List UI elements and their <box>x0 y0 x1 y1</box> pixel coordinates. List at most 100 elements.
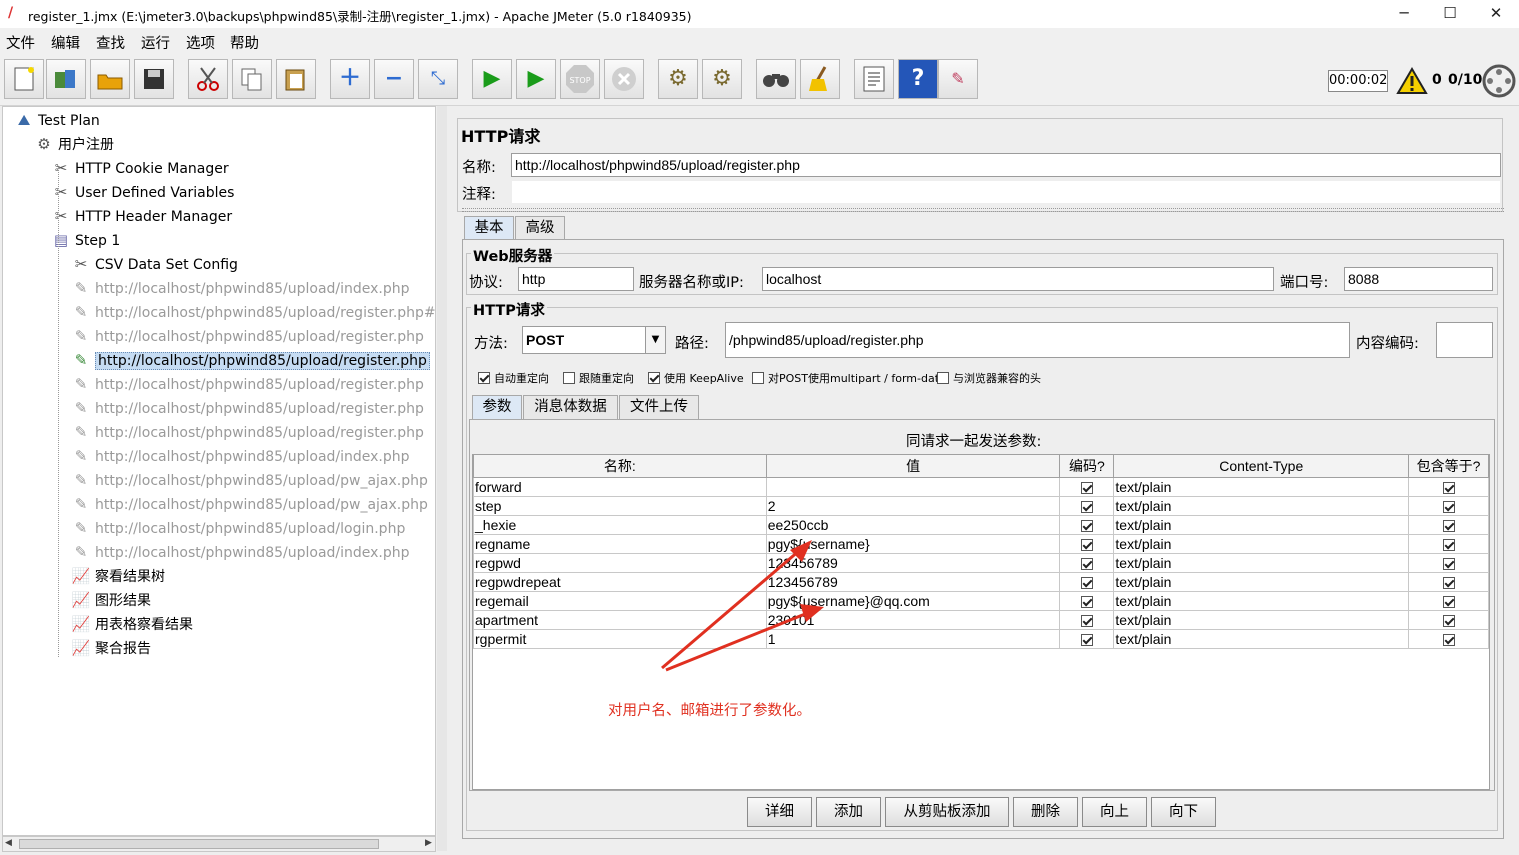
param-include-equals-cell[interactable] <box>1408 553 1489 573</box>
param-include-equals-cell[interactable] <box>1408 477 1489 497</box>
param-include-equals-cell[interactable] <box>1408 591 1489 611</box>
name-field[interactable]: http://localhost/phpwind85/upload/regist… <box>511 153 1501 177</box>
checkbox[interactable] <box>1081 519 1094 532</box>
shutdown-icon[interactable] <box>604 59 644 99</box>
start-icon[interactable]: ▶ <box>472 59 512 99</box>
table-row[interactable]: _hexie ee250ccb text/plain <box>473 515 1489 535</box>
param-name-cell[interactable]: forward <box>473 477 767 497</box>
test-plan-tree[interactable]: ⛰ Test Plan ⚙ 用户注册 ✂ HTTP Cookie Manager ✂ User… <box>2 106 436 836</box>
table-row[interactable]: step 2 text/plain <box>473 496 1489 516</box>
option-multipart[interactable]: 对POST使用multipart / form-data <box>752 370 946 386</box>
param-name-cell[interactable]: step <box>473 496 767 516</box>
tab-parameters[interactable]: 参数 <box>472 395 522 419</box>
param-include-equals-cell[interactable] <box>1408 610 1489 630</box>
option-follow-redirect[interactable]: 跟随重定向 <box>563 370 634 386</box>
col-include-equals[interactable]: 包含等于? <box>1408 454 1489 478</box>
col-encode[interactable]: 编码? <box>1059 454 1115 478</box>
paste-icon[interactable] <box>276 59 316 99</box>
param-include-equals-cell[interactable] <box>1408 496 1489 516</box>
checkbox[interactable] <box>1443 576 1456 589</box>
option-auto-redirect[interactable]: 自动重定向 <box>478 370 549 386</box>
option-browser-headers[interactable]: 与浏览器兼容的头 <box>937 370 1041 386</box>
copy-icon[interactable] <box>232 59 272 99</box>
remote-icon[interactable]: ✎ <box>938 59 978 99</box>
tab-file-upload[interactable]: 文件上传 <box>619 395 699 419</box>
tree-node[interactable]: 📈 用表格察看结果 <box>70 613 193 635</box>
tree-node[interactable]: ✎ http://localhost/phpwind85/upload/regis… <box>70 373 424 395</box>
clear-icon[interactable]: ⚙ <box>658 59 698 99</box>
chevron-down-icon[interactable]: ▼ <box>645 327 665 353</box>
delete-button[interactable]: 删除 <box>1013 797 1078 827</box>
param-encode-cell[interactable] <box>1059 610 1115 630</box>
param-content-type-cell[interactable]: text/plain <box>1113 534 1410 554</box>
checkbox[interactable] <box>1081 576 1094 589</box>
checkbox[interactable] <box>1443 500 1456 513</box>
details-button[interactable]: 详细 <box>747 797 812 827</box>
start-no-pause-icon[interactable]: ▶ <box>516 59 556 99</box>
param-content-type-cell[interactable]: text/plain <box>1113 591 1410 611</box>
save-icon[interactable] <box>134 59 174 99</box>
menu-edit[interactable]: 编辑 <box>51 32 80 53</box>
expand-icon[interactable]: ＋ <box>330 59 370 99</box>
checkbox[interactable] <box>648 372 660 384</box>
checkbox[interactable] <box>1081 481 1094 494</box>
param-content-type-cell[interactable]: text/plain <box>1113 477 1410 497</box>
tree-node[interactable]: 📈 察看结果树 <box>70 565 165 587</box>
tree-horizontal-scrollbar[interactable]: ◀ ▶ <box>2 836 436 852</box>
table-row[interactable]: forward text/plain <box>473 477 1489 497</box>
param-encode-cell[interactable] <box>1059 553 1115 573</box>
toggle-icon[interactable]: ⤡ <box>418 59 458 99</box>
checkbox[interactable] <box>563 372 575 384</box>
param-content-type-cell[interactable]: text/plain <box>1113 629 1410 649</box>
tree-node[interactable]: ✎ http://localhost/phpwind85/upload/regis… <box>70 325 424 347</box>
close-button[interactable]: ✕ <box>1473 0 1519 28</box>
new-icon[interactable] <box>4 59 44 99</box>
add-from-clipboard-button[interactable]: 从剪贴板添加 <box>885 797 1009 827</box>
col-name[interactable]: 名称: <box>473 454 767 478</box>
checkbox[interactable] <box>1081 557 1094 570</box>
tree-node[interactable]: ✎ http://localhost/phpwind85/upload/regis… <box>70 397 424 419</box>
tree-node[interactable]: ✎ http://localhost/phpwind85/upload/login… <box>70 517 406 539</box>
param-content-type-cell[interactable]: text/plain <box>1113 496 1410 516</box>
checkbox[interactable] <box>1081 500 1094 513</box>
open-icon[interactable] <box>90 59 130 99</box>
tree-node[interactable]: ✂ HTTP Header Manager <box>50 205 232 227</box>
col-value[interactable]: 值 <box>765 454 1061 478</box>
checkbox[interactable] <box>1081 614 1094 627</box>
tree-node[interactable]: ✂ HTTP Cookie Manager <box>50 157 229 179</box>
table-row[interactable]: regpwdrepeat 123456789 text/plain <box>473 572 1489 592</box>
menu-file[interactable]: 文件 <box>6 32 35 53</box>
tab-basic[interactable]: 基本 <box>464 216 514 240</box>
table-row[interactable]: regpwd 123456789 text/plain <box>473 553 1489 573</box>
tree-node[interactable]: ✎ http://localhost/phpwind85/upload/index… <box>70 445 410 467</box>
collapse-icon[interactable]: − <box>374 59 414 99</box>
tree-node[interactable]: ✎ http://localhost/phpwind85/upload/index… <box>70 541 410 563</box>
server-field[interactable]: localhost <box>762 267 1274 291</box>
checkbox[interactable] <box>937 372 949 384</box>
warning-icon[interactable] <box>1396 67 1428 95</box>
move-up-button[interactable]: 向上 <box>1082 797 1147 827</box>
checkbox[interactable] <box>1081 595 1094 608</box>
checkbox[interactable] <box>1443 614 1456 627</box>
checkbox[interactable] <box>1443 595 1456 608</box>
scroll-left-icon[interactable]: ◀ <box>5 838 12 848</box>
scroll-thumb[interactable] <box>19 839 379 849</box>
param-encode-cell[interactable] <box>1059 534 1115 554</box>
add-button[interactable]: 添加 <box>816 797 881 827</box>
tree-node[interactable]: ✎ http://localhost/phpwind85/upload/pw_aj… <box>70 469 428 491</box>
param-encode-cell[interactable] <box>1059 496 1115 516</box>
menu-help[interactable]: 帮助 <box>230 32 259 53</box>
param-value-cell[interactable] <box>765 477 1061 497</box>
param-encode-cell[interactable] <box>1059 572 1115 592</box>
reset-search-icon[interactable] <box>800 59 840 99</box>
checkbox[interactable] <box>1443 538 1456 551</box>
help-icon[interactable]: ? <box>898 59 938 99</box>
menu-search[interactable]: 查找 <box>96 32 125 53</box>
table-row[interactable]: regname pgy${username} text/plain <box>473 534 1489 554</box>
move-down-button[interactable]: 向下 <box>1151 797 1216 827</box>
param-encode-cell[interactable] <box>1059 629 1115 649</box>
protocol-field[interactable]: http <box>518 267 634 291</box>
table-row[interactable]: apartment230101text/plain <box>473 610 1489 630</box>
param-include-equals-cell[interactable] <box>1408 515 1489 535</box>
checkbox[interactable] <box>1443 519 1456 532</box>
